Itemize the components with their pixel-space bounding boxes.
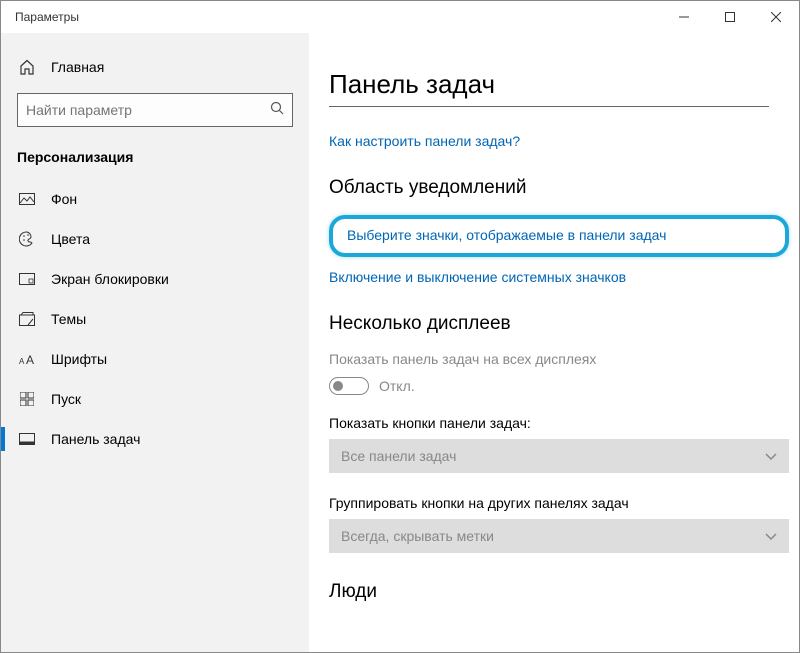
show-taskbar-toggle[interactable] <box>329 377 369 395</box>
section-notification-area: Область уведомлений <box>329 177 759 199</box>
nav-colors[interactable]: Цвета <box>1 219 309 259</box>
sidebar: Главная Персонализация Фон Цвета <box>1 33 309 652</box>
section-multiple-displays: Несколько дисплеев <box>329 313 759 335</box>
svg-text:A: A <box>19 357 25 366</box>
system-icons-link[interactable]: Включение и выключение системных значков <box>329 269 759 285</box>
category-header: Персонализация <box>1 141 309 179</box>
themes-icon <box>17 312 37 326</box>
taskbar-buttons-dropdown[interactable]: Все панели задач <box>329 439 789 473</box>
nav-label: Темы <box>51 311 86 327</box>
section-people: Люди <box>329 581 759 603</box>
image-icon <box>17 193 37 205</box>
search-input-wrap[interactable] <box>17 93 293 127</box>
nav-lockscreen[interactable]: Экран блокировки <box>1 259 309 299</box>
dropdown-value: Все панели задач <box>341 448 456 464</box>
nav-themes[interactable]: Темы <box>1 299 309 339</box>
palette-icon <box>17 231 37 247</box>
nav-fonts[interactable]: AA Шрифты <box>1 339 309 379</box>
window-title: Параметры <box>15 10 79 24</box>
group-buttons-dropdown[interactable]: Всегда, скрывать метки <box>329 519 789 553</box>
nav-background[interactable]: Фон <box>1 179 309 219</box>
toggle-knob <box>333 381 343 391</box>
nav-label: Фон <box>51 191 77 207</box>
taskbar-buttons-label: Показать кнопки панели задач: <box>329 415 759 431</box>
main-content: Панель задач Как настроить панели задач?… <box>309 33 799 652</box>
help-link[interactable]: Как настроить панели задач? <box>329 133 759 149</box>
group-buttons-label: Группировать кнопки на других панелях за… <box>329 495 759 511</box>
fonts-icon: AA <box>17 352 37 366</box>
titlebar: Параметры <box>1 1 799 33</box>
dropdown-value: Всегда, скрывать метки <box>341 528 494 544</box>
chevron-down-icon <box>765 528 777 544</box>
page-title: Панель задач <box>329 69 769 107</box>
nav-label: Панель задач <box>51 431 140 447</box>
nav-taskbar[interactable]: Панель задач <box>1 419 309 459</box>
nav-label: Цвета <box>51 231 90 247</box>
select-icons-link[interactable]: Выберите значки, отображаемые в панели з… <box>329 215 789 257</box>
nav-home[interactable]: Главная <box>1 49 309 85</box>
start-icon <box>17 392 37 406</box>
taskbar-icon <box>17 433 37 445</box>
maximize-button[interactable] <box>707 1 753 33</box>
toggle-state-text: Откл. <box>379 378 415 394</box>
search-input[interactable] <box>26 102 270 118</box>
chevron-down-icon <box>765 448 777 464</box>
minimize-button[interactable] <box>661 1 707 33</box>
home-icon <box>17 59 37 75</box>
search-icon <box>270 101 284 120</box>
nav-label: Шрифты <box>51 351 107 367</box>
show-taskbar-label: Показать панель задач на всех дисплеях <box>329 351 759 367</box>
nav-label: Экран блокировки <box>51 271 169 287</box>
svg-text:A: A <box>26 353 34 366</box>
lockscreen-icon <box>17 273 37 285</box>
nav-label: Пуск <box>51 391 81 407</box>
close-button[interactable] <box>753 1 799 33</box>
select-icons-link-text: Выберите значки, отображаемые в панели з… <box>347 227 666 243</box>
nav-home-label: Главная <box>51 59 104 75</box>
nav-start[interactable]: Пуск <box>1 379 309 419</box>
